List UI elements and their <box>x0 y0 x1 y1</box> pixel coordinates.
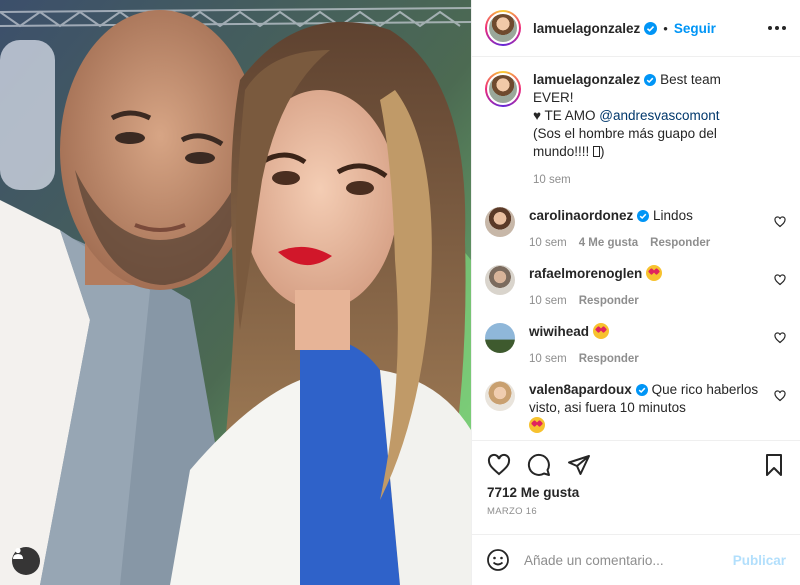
caption-line-2: ♥ TE AMO <box>533 108 600 123</box>
comment-item: rafaelmorenoglen 10 sem Responder <box>485 265 786 310</box>
star-struck-emoji-icon <box>529 417 545 433</box>
comment-username[interactable]: rafaelmorenoglen <box>529 266 642 281</box>
share-paper-plane-icon[interactable] <box>567 453 591 477</box>
comment-likes[interactable]: 4 Me gusta <box>579 234 638 252</box>
caption-mention-link[interactable]: @andresvascomont <box>599 108 719 123</box>
verified-badge-icon <box>637 210 650 222</box>
header-separator: • <box>663 20 668 36</box>
post-date[interactable]: MARZO 16 <box>487 506 786 517</box>
heart-outline-icon[interactable] <box>774 216 786 228</box>
instagram-post: lamuelagonzalez • Seguir lamuelagonzalez… <box>0 0 800 585</box>
comment-time[interactable]: 10 sem <box>529 350 567 368</box>
heart-outline-icon[interactable] <box>774 332 786 344</box>
author-avatar[interactable] <box>485 10 521 46</box>
reply-button[interactable]: Responder <box>579 350 639 368</box>
comment-bubble-icon[interactable] <box>527 453 551 477</box>
comment-item: carolinaordonez Lindos 10 sem 4 Me gusta… <box>485 207 786 252</box>
tagged-users-button[interactable] <box>12 547 40 575</box>
comment-avatar[interactable] <box>485 381 515 411</box>
comments-list[interactable]: lamuelagonzalez Best team EVER! ♥ TE AMO… <box>472 57 800 440</box>
caption-line-3: (Sos el hombre más guapo del mundo!!!! <box>533 126 717 159</box>
comment-input[interactable] <box>524 552 733 568</box>
heart-outline-icon[interactable] <box>774 274 786 286</box>
user-icon <box>13 547 23 559</box>
comment-time[interactable]: 10 sem <box>529 234 567 252</box>
post-photo[interactable] <box>0 0 471 585</box>
comment-avatar[interactable] <box>485 265 515 295</box>
caption: lamuelagonzalez Best team EVER! ♥ TE AMO… <box>485 71 786 189</box>
comment-item: wiwihead 10 sem Responder <box>485 323 786 368</box>
comment-text: Lindos <box>653 208 693 223</box>
follow-button[interactable]: Seguir <box>674 21 716 36</box>
comment-username[interactable]: carolinaordonez <box>529 208 633 223</box>
comment-username[interactable]: wiwihead <box>529 324 589 339</box>
like-heart-icon[interactable] <box>487 453 511 477</box>
star-struck-emoji-icon <box>592 323 609 339</box>
reply-button[interactable]: Responder <box>650 234 710 252</box>
comment-avatar[interactable] <box>485 323 515 353</box>
post-details-panel: lamuelagonzalez • Seguir lamuelagonzalez… <box>471 0 800 585</box>
post-header: lamuelagonzalez • Seguir <box>472 0 800 57</box>
save-bookmark-icon[interactable] <box>762 453 786 477</box>
caption-avatar[interactable] <box>485 71 521 107</box>
comment-time[interactable]: 10 sem <box>529 292 567 310</box>
caption-time[interactable]: 10 sem <box>533 171 571 189</box>
star-struck-emoji-icon <box>646 265 663 281</box>
post-actions: 7712 Me gusta MARZO 16 <box>472 440 800 534</box>
reply-button[interactable]: Responder <box>579 292 639 310</box>
verified-badge-icon <box>644 21 658 35</box>
author-username[interactable]: lamuelagonzalez <box>533 21 640 36</box>
selfie-illustration <box>0 0 471 585</box>
more-options-icon[interactable] <box>768 26 786 30</box>
heart-outline-icon[interactable] <box>774 390 786 402</box>
verified-badge-icon <box>635 384 648 396</box>
comment-avatar[interactable] <box>485 207 515 237</box>
caption-username[interactable]: lamuelagonzalez <box>533 72 640 87</box>
comment-item: valen8apardoux Que rico haberlos visto, … <box>485 381 786 435</box>
publish-button[interactable]: Publicar <box>733 553 786 568</box>
add-comment-bar: Publicar <box>472 534 800 585</box>
missing-glyph-icon <box>593 146 601 157</box>
emoji-smiley-icon[interactable] <box>486 548 510 572</box>
comment-username[interactable]: valen8apardoux <box>529 382 632 397</box>
verified-badge-icon <box>644 74 657 86</box>
likes-count[interactable]: 7712 Me gusta <box>487 485 786 500</box>
caption-line-3-suffix: ) <box>600 144 605 159</box>
